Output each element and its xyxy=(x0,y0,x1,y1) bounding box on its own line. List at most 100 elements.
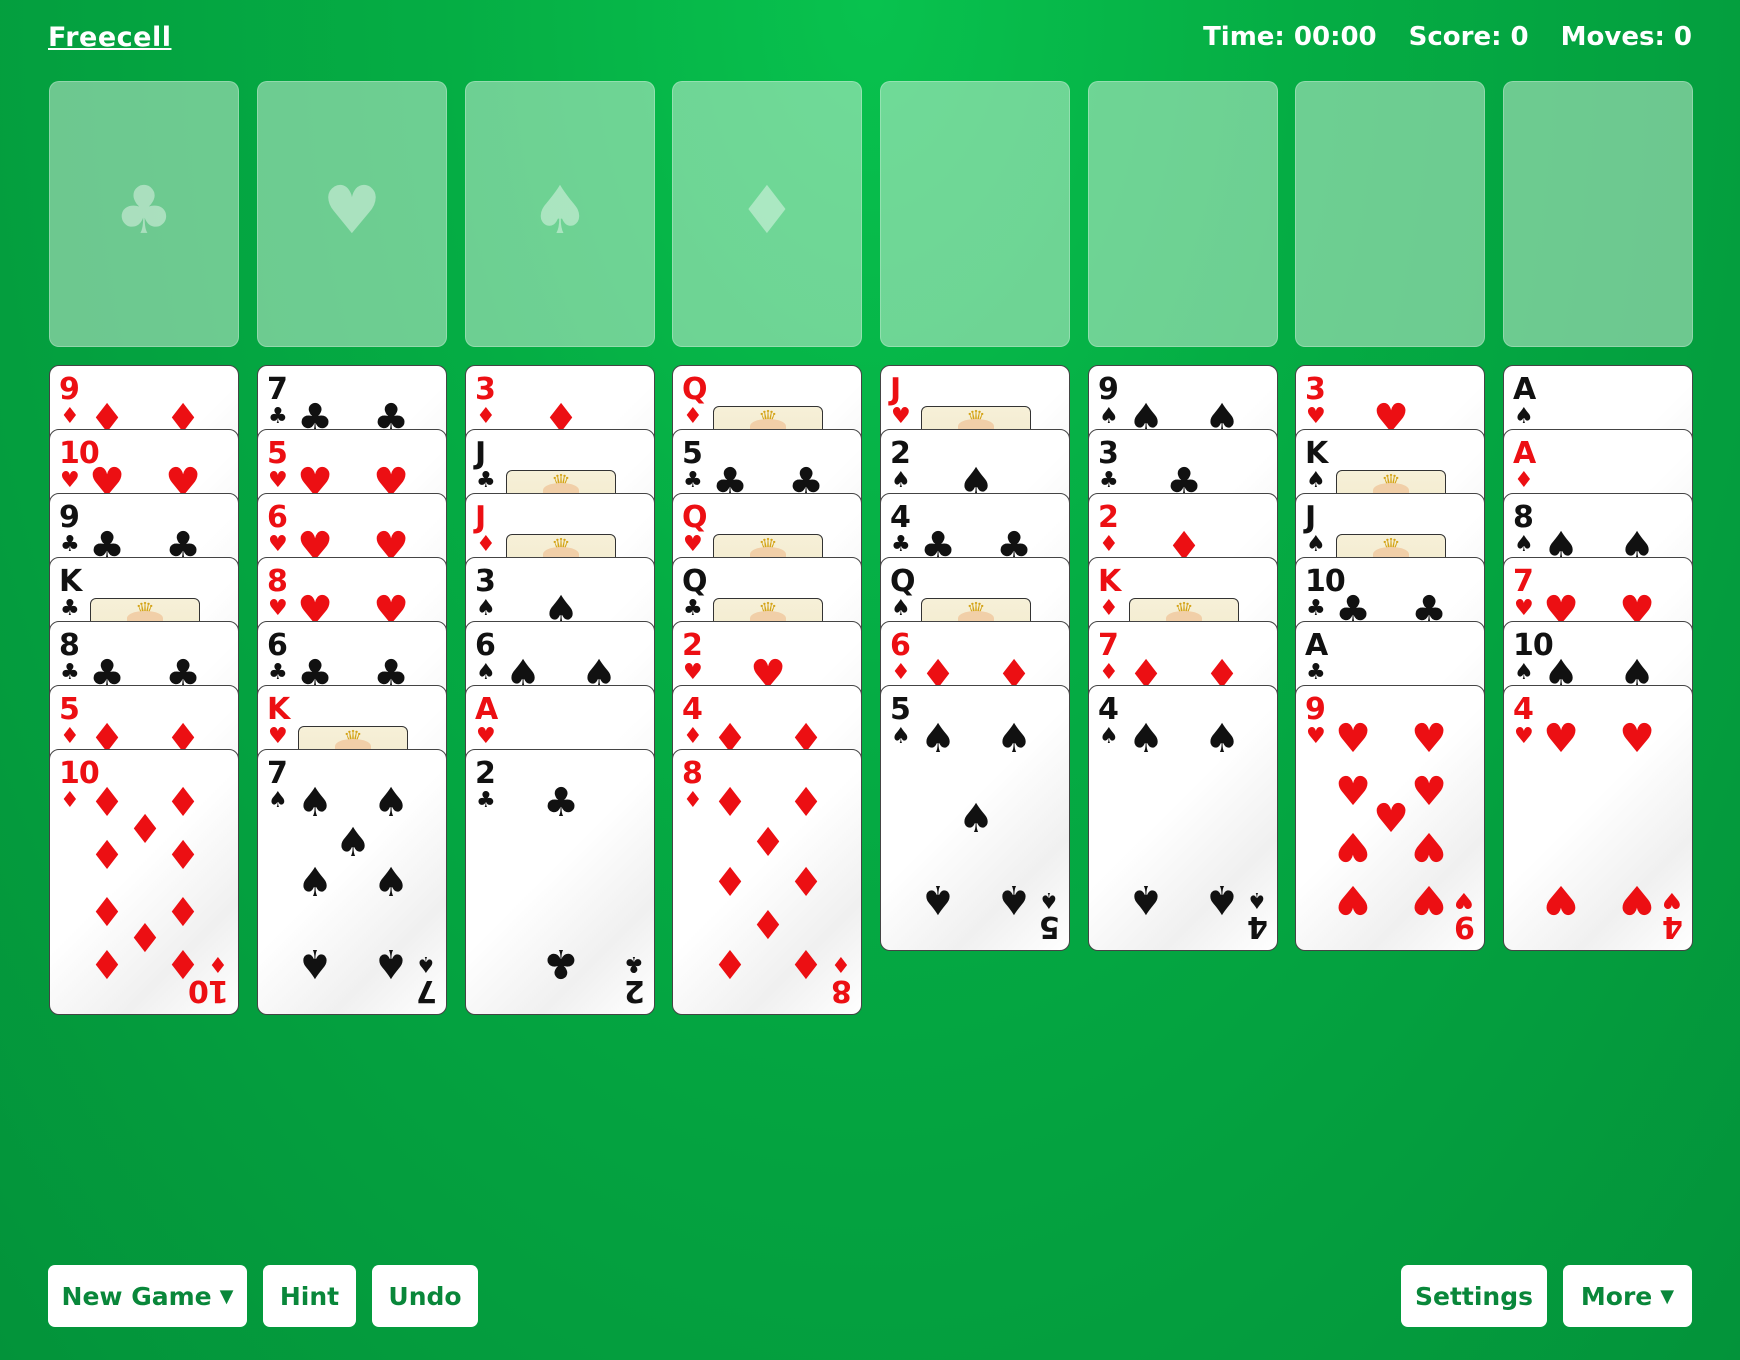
card-rank: 3 xyxy=(475,372,496,407)
playing-card[interactable]: 4 ♥ ♥ ♥ ♥ ♥ 4 ♥ xyxy=(1503,685,1693,951)
spade-pip-icon: ♠ xyxy=(373,939,409,986)
free-cell[interactable] xyxy=(1295,81,1485,347)
spade-icon: ♠ xyxy=(416,951,436,976)
heart-pip-icon: ♥ xyxy=(1373,796,1409,842)
playing-card[interactable]: 5 ♠ ♠ ♠ ♠ ♠ ♠ 5 ♠ xyxy=(880,685,1070,951)
more-button[interactable]: More ▼ xyxy=(1563,1265,1692,1327)
playing-card[interactable]: 9 ♥ ♥ ♥ ♥ ♥ ♥ ♥ ♥ ♥ ♥ 9 ♥ xyxy=(1295,685,1485,951)
card-rank: 2 xyxy=(1098,500,1119,535)
spade-pip-icon: ♠ xyxy=(297,860,333,906)
card-rank: 7 xyxy=(267,372,288,407)
game-title-link[interactable]: Freecell xyxy=(48,22,171,53)
club-icon: ♣ xyxy=(683,468,703,493)
heart-icon: ♥ xyxy=(1514,724,1534,749)
hint-button[interactable]: Hint xyxy=(263,1265,356,1327)
diamond-pip-icon: ♦ xyxy=(750,899,786,946)
playing-card[interactable]: 4 ♠ ♠ ♠ ♠ ♠ 4 ♠ xyxy=(1088,685,1278,951)
spade-icon: ♠ xyxy=(1039,887,1059,912)
free-cell[interactable] xyxy=(1088,81,1278,347)
heart-icon: ♥ xyxy=(1514,596,1534,621)
heart-icon: ♥ xyxy=(268,532,288,557)
undo-button[interactable]: Undo xyxy=(372,1265,478,1327)
card-rank: 4 xyxy=(1098,692,1119,727)
playing-card[interactable]: 10 ♦ ♦ ♦ ♦ ♦ ♦ ♦ ♦ ♦ ♦ ♦ 10 ♦ xyxy=(49,749,239,1015)
diamond-icon: ♦ xyxy=(831,951,851,976)
free-cell[interactable] xyxy=(1503,81,1693,347)
club-icon: ♣ xyxy=(268,404,288,429)
moves-display: Moves: 0 xyxy=(1560,22,1692,52)
card-rank: 9 xyxy=(1098,372,1119,407)
playing-card[interactable]: 8 ♦ ♦ ♦ ♦ ♦ ♦ ♦ ♦ ♦ 8 ♦ xyxy=(672,749,862,1015)
diamond-pip-icon: ♦ xyxy=(127,913,163,960)
card-rank: 3 xyxy=(1305,372,1326,407)
card-rank: 6 xyxy=(267,628,288,663)
spade-icon: ♠ xyxy=(891,596,911,621)
spade-pip-icon: ♠ xyxy=(958,796,994,842)
new-game-label: New Game xyxy=(61,1281,212,1311)
diamond-icon: ♦ xyxy=(1099,596,1119,621)
card-rank: 2 xyxy=(475,756,496,791)
card-rank: A xyxy=(1305,628,1328,663)
diamond-icon: ♦ xyxy=(1099,660,1119,685)
diamond-icon: ♦ xyxy=(683,788,703,813)
heart-pip-icon: ♥ xyxy=(1335,822,1371,869)
spade-pip-icon: ♠ xyxy=(297,939,333,986)
club-icon: ♣ xyxy=(60,596,80,621)
foundation-clubs[interactable]: ♣ xyxy=(49,81,239,347)
club-pip-icon: ♣ xyxy=(543,780,579,827)
foundation-spades[interactable]: ♠ xyxy=(465,81,655,347)
card-rank: K xyxy=(1098,564,1121,599)
card-rank: 5 xyxy=(682,436,703,471)
heart-icon: ♥ xyxy=(683,532,703,557)
card-rank: 7 xyxy=(1513,564,1534,599)
spade-icon: ♠ xyxy=(1247,887,1267,912)
club-icon: ♣ xyxy=(624,951,644,976)
diamond-pip-icon: ♦ xyxy=(712,939,748,986)
spade-pip-icon: ♠ xyxy=(373,780,409,827)
card-rank: 4 xyxy=(890,500,911,535)
card-rank: 3 xyxy=(475,564,496,599)
card-rank: 9 xyxy=(1305,692,1326,727)
card-rank: A xyxy=(475,692,498,727)
diamond-icon: ♦ xyxy=(60,404,80,429)
card-rank: 6 xyxy=(890,628,911,663)
heart-pip-icon: ♥ xyxy=(1543,716,1579,763)
settings-button[interactable]: Settings xyxy=(1401,1265,1547,1327)
score-display: Score: 0 xyxy=(1408,22,1529,52)
club-icon: ♣ xyxy=(476,788,496,813)
card-rank-bottom: 10 xyxy=(189,973,229,1008)
card-rank-bottom: 4 xyxy=(1248,909,1268,944)
card-rank: 5 xyxy=(59,692,80,727)
diamond-icon: ♦ xyxy=(891,660,911,685)
playing-card[interactable]: 2 ♣ ♣ ♣ 2 ♣ xyxy=(465,749,655,1015)
card-rank: 7 xyxy=(1098,628,1119,663)
heart-icon: ♥ xyxy=(268,724,288,749)
spade-icon: ♠ xyxy=(1099,724,1119,749)
club-icon: ♣ xyxy=(891,532,911,557)
heart-pip-icon: ♥ xyxy=(1619,875,1655,922)
heart-pip-icon: ♥ xyxy=(1411,716,1447,763)
card-rank-bottom: 7 xyxy=(417,973,437,1008)
stats-bar: Time: 00:00 Score: 0 Moves: 0 xyxy=(1203,22,1692,52)
heart-pip-icon: ♥ xyxy=(1411,875,1447,922)
diamond-pip-icon: ♦ xyxy=(788,939,824,986)
club-pip-icon: ♣ xyxy=(543,939,579,986)
heart-icon: ♥ xyxy=(1662,887,1682,912)
new-game-button[interactable]: New Game ▼ xyxy=(48,1265,247,1327)
playing-card[interactable]: 7 ♠ ♠ ♠ ♠ ♠ ♠ ♠ ♠ 7 ♠ xyxy=(257,749,447,1015)
heart-pip-icon: ♥ xyxy=(1335,875,1371,922)
chevron-down-icon: ▼ xyxy=(1660,1285,1675,1307)
spade-icon: ♠ xyxy=(1306,532,1326,557)
heart-icon: ♥ xyxy=(476,724,496,749)
foundation-diamonds[interactable]: ♦ xyxy=(672,81,862,347)
spade-icon: ♠ xyxy=(891,724,911,749)
spade-icon: ♠ xyxy=(1514,660,1534,685)
card-rank: Q xyxy=(682,500,707,535)
card-rank: K xyxy=(1305,436,1328,471)
diamond-pip-icon: ♦ xyxy=(788,860,824,906)
diamond-icon: ♦ xyxy=(60,724,80,749)
card-rank: 9 xyxy=(59,500,80,535)
spade-pip-icon: ♠ xyxy=(1128,716,1164,763)
free-cell[interactable] xyxy=(880,81,1070,347)
foundation-hearts[interactable]: ♥ xyxy=(257,81,447,347)
